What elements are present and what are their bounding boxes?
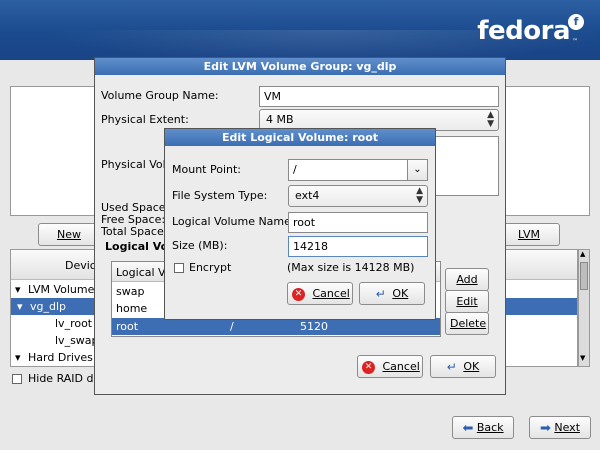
tree-item-label: Hard Drives bbox=[28, 351, 93, 364]
lv-name-label: Logical Volume Name: bbox=[172, 215, 295, 228]
tree-item-label: lv_root bbox=[55, 317, 93, 330]
lv-row-mount: / bbox=[230, 320, 234, 333]
cancel-icon: ✕ bbox=[292, 287, 305, 301]
tree-item-label: lv_swap bbox=[55, 334, 99, 347]
fedora-infinity-icon: f bbox=[568, 14, 584, 30]
cancel-button-label: Cancel bbox=[382, 360, 420, 373]
lvm-button[interactable]: LVM bbox=[498, 223, 560, 246]
delete-button-label: Delete bbox=[450, 317, 487, 330]
tree-scrollbar[interactable]: ▲ ▼ bbox=[578, 249, 590, 367]
fs-type-label: File System Type: bbox=[172, 189, 268, 202]
expander-down-icon[interactable]: ▾ bbox=[15, 351, 21, 364]
add-button-label: Add bbox=[456, 273, 478, 286]
vg-ok-button[interactable]: ↵ OK bbox=[430, 355, 496, 378]
updown-arrow-icon: ▲ ▼ bbox=[487, 110, 494, 129]
lv-row-name: swap bbox=[116, 285, 145, 298]
fs-type-value: ext4 bbox=[295, 189, 320, 202]
back-button-label: Back bbox=[476, 421, 504, 434]
size-label: Size (MB): bbox=[172, 239, 228, 252]
next-button[interactable]: ➡ Next bbox=[529, 416, 591, 439]
cancel-button-label: Cancel bbox=[312, 287, 350, 300]
fs-type-dropdown[interactable]: ext4 ▲ ▼ bbox=[288, 185, 428, 207]
vg-dialog-title: Edit LVM Volume Group: vg_dlp bbox=[95, 58, 505, 75]
hide-raid-checkbox[interactable] bbox=[12, 374, 22, 384]
encrypt-label: Encrypt bbox=[189, 261, 232, 274]
back-arrow-icon: ⬅ bbox=[462, 420, 474, 436]
hide-raid-label: Hide RAID de bbox=[28, 372, 101, 385]
scrollbar-thumb[interactable] bbox=[580, 262, 588, 290]
delete-lv-button[interactable]: Delete bbox=[445, 312, 489, 335]
next-button-label: Next bbox=[554, 421, 581, 434]
lv-row-name: root bbox=[116, 320, 139, 333]
lv-row-name: home bbox=[116, 302, 148, 315]
lv-cancel-button[interactable]: ✕ Cancel bbox=[287, 282, 353, 305]
expander-down-icon[interactable]: ▾ bbox=[17, 300, 23, 313]
expander-down-icon[interactable]: ▾ bbox=[15, 283, 21, 296]
fedora-logo: fedora bbox=[477, 16, 570, 46]
new-button-label: New bbox=[57, 228, 81, 241]
updown-arrow-icon: ▲ ▼ bbox=[416, 186, 423, 205]
ok-button-label: OK bbox=[463, 360, 480, 373]
lv-row-selected[interactable]: root / 5120 bbox=[112, 318, 440, 335]
size-field[interactable]: 14218 bbox=[288, 236, 428, 257]
encrypt-checkbox[interactable] bbox=[174, 263, 184, 273]
vg-cancel-button[interactable]: ✕ Cancel bbox=[357, 355, 423, 378]
edit-lv-button[interactable]: Edit bbox=[445, 290, 489, 313]
pv-label: Physical Volu bbox=[101, 158, 173, 171]
back-button[interactable]: ⬅ Back bbox=[452, 416, 514, 439]
mount-point-label: Mount Point: bbox=[172, 163, 241, 176]
ok-icon: ↵ bbox=[446, 359, 457, 374]
vg-name-field[interactable]: VM bbox=[259, 86, 499, 107]
chevron-down-icon[interactable]: ⌄ bbox=[407, 160, 427, 180]
ok-icon: ↵ bbox=[375, 286, 386, 301]
mount-point-combo[interactable]: / ⌄ bbox=[288, 159, 428, 181]
add-lv-button[interactable]: Add bbox=[445, 268, 489, 291]
edit-button-label: Edit bbox=[456, 295, 478, 308]
cancel-icon: ✕ bbox=[362, 360, 375, 374]
max-size-text: (Max size is 14128 MB) bbox=[287, 261, 415, 274]
vg-name-label: Volume Group Name: bbox=[101, 89, 219, 102]
total-space-label: Total Space: bbox=[101, 225, 168, 238]
trademark-mark: ™ bbox=[572, 38, 578, 45]
lv-section-label: Logical Vo bbox=[105, 240, 169, 253]
lv-row-size: 5120 bbox=[300, 320, 328, 333]
tree-item-label: vg_dlp bbox=[30, 300, 67, 313]
lvm-button-label: LVM bbox=[518, 228, 540, 241]
device-column-label: Devic bbox=[65, 259, 96, 272]
scroll-up-icon[interactable]: ▲ bbox=[580, 250, 585, 258]
pe-label: Physical Extent: bbox=[101, 113, 189, 126]
lv-ok-button[interactable]: ↵ OK bbox=[359, 282, 425, 305]
scroll-down-icon[interactable]: ▼ bbox=[580, 354, 585, 362]
lv-dialog-title: Edit Logical Volume: root bbox=[165, 129, 435, 146]
next-arrow-icon: ➡ bbox=[539, 420, 551, 436]
mount-point-value: / bbox=[293, 163, 297, 176]
new-button[interactable]: New bbox=[38, 223, 100, 246]
ok-button-label: OK bbox=[392, 287, 409, 300]
lv-dialog: Edit Logical Volume: root Mount Point: /… bbox=[164, 128, 436, 320]
lv-name-field[interactable]: root bbox=[288, 212, 428, 233]
pe-value: 4 MB bbox=[266, 113, 294, 126]
